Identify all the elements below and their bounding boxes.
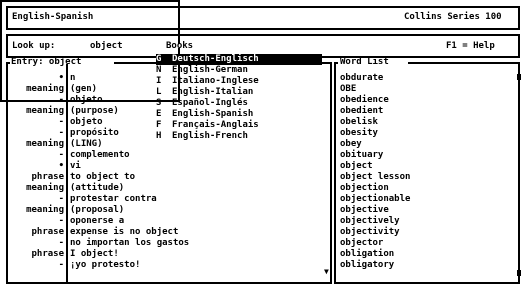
help-hint[interactable]: F1 = Help: [446, 41, 495, 52]
series-label: Collins Series 100: [404, 12, 502, 22]
word-list-label: Word List: [340, 57, 389, 67]
books-menu-key: L: [156, 87, 162, 97]
entry-row-label: meaning: [26, 139, 64, 149]
books-menu-name: English-Italian: [172, 87, 254, 97]
books-title: Books: [166, 41, 194, 51]
word-list-item[interactable]: OBE: [340, 84, 356, 95]
entry-row-label: -: [58, 117, 64, 127]
entry-row-text: ¡yo protesto!: [70, 260, 141, 270]
books-menu-key: N: [156, 65, 162, 75]
books-menu-key: S: [156, 98, 162, 108]
entry-row-text: to object to: [70, 172, 136, 182]
entry-row-text: (proposal): [70, 205, 125, 215]
entry-row-text: expense is no object: [70, 227, 179, 237]
entry-row-text: complemento: [70, 150, 130, 160]
books-menu-item[interactable]: H English-French: [156, 131, 322, 142]
entry-row-label: -: [58, 238, 64, 248]
scroll-thumb-top[interactable]: [517, 74, 521, 80]
entry-row-text: (purpose): [70, 106, 119, 116]
entry-row-text: (attitude): [70, 183, 125, 193]
entry-row-label: phrase: [31, 249, 64, 259]
lookup-input[interactable]: object: [90, 41, 123, 52]
entry-row-text: (LING): [70, 139, 103, 149]
entry-row-label: -: [58, 95, 64, 105]
books-menu-item[interactable]: S Español-Inglés: [156, 98, 322, 109]
entry-row-text: no importan los gastos: [70, 238, 190, 248]
entry-row-label: meaning: [26, 84, 64, 94]
entry-row-text: oponerse a: [70, 216, 125, 226]
entry-label: Entry: object: [11, 57, 82, 67]
entry-row-label: meaning: [26, 183, 64, 193]
word-list-item[interactable]: object: [340, 161, 373, 172]
entry-row-text: protestar contra: [70, 194, 157, 204]
books-menu-item[interactable]: L English-Italian: [156, 87, 322, 98]
books-menu-name: English-French: [172, 131, 248, 141]
books-menu-key: G: [156, 54, 162, 64]
word-list-item[interactable]: objectively: [340, 216, 400, 227]
books-menu-key: H: [156, 131, 162, 141]
entry-row-text: n: [70, 73, 76, 83]
books-menu-key: F: [156, 120, 162, 130]
scroll-down-arrow[interactable]: ▼: [324, 266, 329, 277]
entry-row-text: vi: [70, 161, 81, 171]
entry-row-label: -: [58, 150, 64, 160]
entry-row-label: -: [58, 128, 64, 138]
entry-row-text: propósito: [70, 128, 119, 138]
word-list-item[interactable]: obligation: [340, 249, 394, 260]
entry-row-label: •: [58, 161, 64, 171]
lookup-label: Look up:: [12, 41, 56, 51]
scroll-thumb-bottom[interactable]: [517, 270, 521, 276]
app-title: English-Spanish: [12, 12, 94, 22]
books-menu-key: I: [156, 76, 162, 86]
entry-row-label: •: [58, 73, 64, 83]
word-list-item[interactable]: obdurate: [340, 73, 383, 84]
books-menu-item[interactable]: I Italiano-Inglese: [156, 76, 322, 87]
dictionary-screen: English-Spanish Collins Series 100 Look …: [0, 0, 528, 288]
books-menu-name: English-German: [172, 65, 248, 75]
word-list-item[interactable]: objector: [340, 238, 383, 249]
books-menu-name: Italiano-Inglese: [172, 76, 259, 86]
entry-row-text: objeto: [70, 95, 103, 105]
word-list-item[interactable]: obelisk: [340, 117, 378, 128]
books-menu-key: E: [156, 109, 162, 119]
books-menu-item[interactable]: G Deutsch-Englisch: [156, 54, 322, 65]
word-list-item[interactable]: obligatory: [340, 260, 394, 271]
books-menu-item[interactable]: F Français-Anglais: [156, 120, 322, 131]
books-menu-name: English-Spanish: [172, 109, 254, 119]
word-list-item[interactable]: obedience: [340, 95, 389, 106]
word-list-item[interactable]: objectionable: [340, 194, 410, 205]
books-menu-item[interactable]: E English-Spanish: [156, 109, 322, 120]
word-list-item[interactable]: obedient: [340, 106, 383, 117]
word-list-item[interactable]: obesity: [340, 128, 378, 139]
entry-row-label: meaning: [26, 106, 64, 116]
entry-row-label: -: [58, 260, 64, 270]
entry-row-text: objeto: [70, 117, 103, 127]
books-menu-item[interactable]: N English-German: [156, 65, 322, 76]
entry-row-label: -: [58, 194, 64, 204]
entry-row-label: -: [58, 216, 64, 226]
entry-row-text: (gen): [70, 84, 98, 94]
word-list-item[interactable]: object lesson: [340, 172, 410, 183]
books-menu-name: Español-Inglés: [172, 98, 248, 108]
entry-row-label: phrase: [31, 172, 64, 182]
word-list-item[interactable]: objective: [340, 205, 389, 216]
word-list-item[interactable]: objection: [340, 183, 389, 194]
entry-row-text: I object!: [70, 249, 119, 259]
entry-row-label: phrase: [31, 227, 64, 237]
books-menu-name: Français-Anglais: [172, 120, 259, 130]
word-list-item[interactable]: obituary: [340, 150, 383, 161]
word-list-item[interactable]: objectivity: [340, 227, 400, 238]
entry-row-label: meaning: [26, 205, 64, 215]
word-list-item[interactable]: obey: [340, 139, 362, 150]
entry-separator: [66, 64, 68, 282]
books-menu-name: Deutsch-Englisch: [172, 54, 259, 64]
